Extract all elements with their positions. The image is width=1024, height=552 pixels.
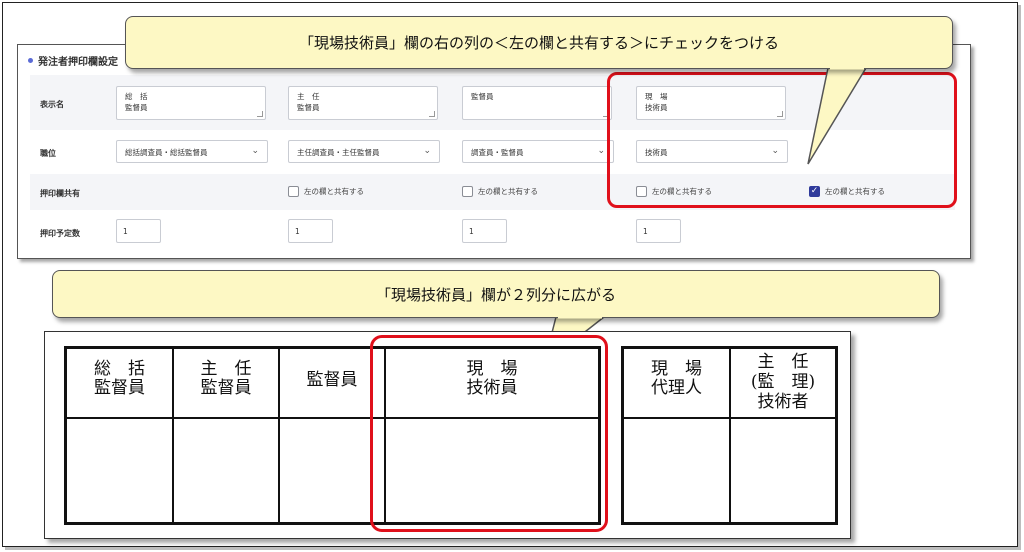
callout-middle-text: 「現場技術員」欄が２列分に広がる bbox=[375, 285, 616, 304]
section-title-text: 発注者押印欄設定 bbox=[38, 57, 118, 68]
position-select-3-value: 調査員・監督員 bbox=[471, 148, 524, 157]
count-row: 押印予定数 1 1 1 1 bbox=[30, 210, 955, 252]
share-checkbox-3-label: 左の欄と共有する bbox=[478, 187, 538, 196]
count-label: 押印予定数 bbox=[40, 229, 80, 238]
stamp-cell-1: 総 括 監督員 bbox=[67, 349, 174, 522]
count-input-2[interactable]: 1 bbox=[288, 219, 333, 243]
chevron-down-icon: ⌄ bbox=[597, 146, 605, 156]
stamp-cell-6: 主 任 (監 理) 技術者 bbox=[750, 352, 816, 412]
share-checkbox-2[interactable]: 左の欄と共有する bbox=[288, 186, 364, 197]
chevron-down-icon: ⌄ bbox=[251, 146, 259, 156]
section-title: 発注者押印欄設定 bbox=[28, 53, 118, 68]
display-name-label: 表示名 bbox=[40, 100, 64, 109]
position-select-3[interactable]: 調査員・監督員 ⌄ bbox=[462, 140, 614, 163]
position-select-1[interactable]: 総括調査員・総括監督員 ⌄ bbox=[116, 140, 268, 163]
display-name-input-3[interactable]: 監督員 bbox=[462, 86, 612, 120]
count-input-1[interactable]: 1 bbox=[116, 219, 161, 243]
position-label: 職位 bbox=[40, 149, 56, 158]
position-select-2-value: 主任調査員・主任監督員 bbox=[297, 148, 380, 157]
callout-middle: 「現場技術員」欄が２列分に広がる bbox=[52, 270, 940, 318]
checkbox-icon[interactable] bbox=[462, 186, 473, 197]
callout-top: 「現場技術員」欄の右の列の＜左の欄と共有する＞にチェックをつける bbox=[125, 16, 953, 69]
share-checkbox-3[interactable]: 左の欄と共有する bbox=[462, 186, 538, 197]
callout-top-text: 「現場技術員」欄の右の列の＜左の欄と共有する＞にチェックをつける bbox=[298, 34, 779, 52]
count-input-4[interactable]: 1 bbox=[636, 219, 681, 243]
highlight-form-columns bbox=[607, 72, 957, 208]
stamp-table-group-2: 現 場 代理人 主 任 (監 理) 技術者 bbox=[621, 346, 838, 525]
chevron-down-icon: ⌄ bbox=[423, 146, 431, 156]
checkbox-icon[interactable] bbox=[288, 186, 299, 197]
position-select-2[interactable]: 主任調査員・主任監督員 ⌄ bbox=[288, 140, 440, 163]
stamp-cell-2: 主 任 監督員 bbox=[174, 349, 280, 522]
share-checkbox-2-label: 左の欄と共有する bbox=[304, 187, 364, 196]
highlight-merged-column bbox=[370, 335, 608, 532]
share-label: 押印欄共有 bbox=[40, 189, 80, 198]
display-name-input-2[interactable]: 主 任 監督員 bbox=[288, 86, 438, 120]
display-name-input-1[interactable]: 総 括 監督員 bbox=[116, 86, 266, 120]
position-select-1-value: 総括調査員・総括監督員 bbox=[125, 148, 208, 157]
stamp-header-divider bbox=[624, 417, 835, 419]
count-input-3[interactable]: 1 bbox=[462, 219, 507, 243]
stamp-cell-5: 現 場 代理人 bbox=[624, 349, 731, 522]
bullet-icon bbox=[28, 58, 33, 63]
